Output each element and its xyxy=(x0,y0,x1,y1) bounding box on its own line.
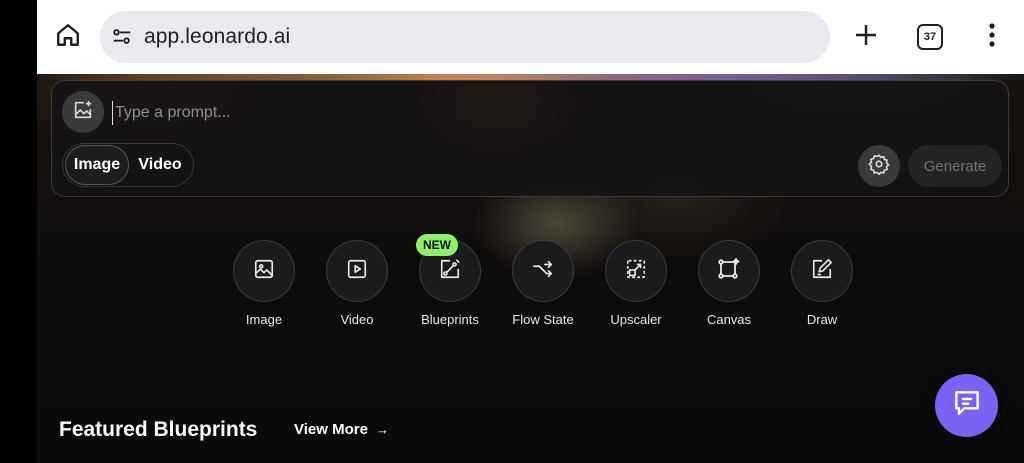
browser-menu-button[interactable] xyxy=(985,22,999,52)
view-more-label: View More xyxy=(294,421,368,438)
featured-blueprints-heading: Featured Blueprints xyxy=(59,418,258,441)
quick-action-label: Draw xyxy=(806,312,838,327)
quick-action-upscaler-button[interactable] xyxy=(605,240,667,302)
browser-toolbar: app.leonardo.ai 37 xyxy=(37,0,1024,74)
quick-action-label: Video xyxy=(340,312,374,327)
url-text: app.leonardo.ai xyxy=(144,25,291,48)
quick-action-label: Image xyxy=(245,312,283,327)
prompt-input[interactable] xyxy=(112,101,712,125)
quick-action-canvas[interactable]: Canvas xyxy=(684,240,774,330)
chat-button[interactable] xyxy=(935,374,998,437)
chat-icon xyxy=(951,387,983,424)
new-tab-button[interactable] xyxy=(851,22,881,52)
quick-action-image[interactable]: Image xyxy=(219,240,309,330)
canvas-icon xyxy=(717,257,741,286)
generate-button[interactable]: Generate xyxy=(908,145,1002,187)
quick-action-video-button[interactable] xyxy=(326,240,388,302)
home-button[interactable] xyxy=(53,22,83,52)
left-edge xyxy=(0,0,37,463)
settings-button[interactable] xyxy=(858,145,900,187)
quick-action-draw-button[interactable] xyxy=(791,240,853,302)
mode-video-button[interactable]: Video xyxy=(129,145,191,185)
plus-icon xyxy=(854,23,878,52)
view-more-link[interactable]: View More → xyxy=(294,421,389,438)
quick-action-canvas-button[interactable] xyxy=(698,240,760,302)
video-icon xyxy=(346,258,368,285)
mode-toggle: Image Video xyxy=(62,143,194,187)
quick-actions: Image Video Blueprints Flow State Upscal… xyxy=(219,234,859,330)
flow-state-icon xyxy=(531,258,555,285)
quick-action-flow-state-button[interactable] xyxy=(512,240,574,302)
gear-icon xyxy=(868,153,890,180)
quick-action-label: Upscaler xyxy=(610,312,662,327)
site-settings-icon[interactable] xyxy=(110,25,134,49)
quick-action-label: Flow State xyxy=(512,312,574,327)
mode-image-button[interactable]: Image xyxy=(65,145,129,185)
upload-image-button[interactable] xyxy=(62,91,104,133)
draw-icon xyxy=(811,258,833,285)
arrow-right-icon: → xyxy=(375,422,389,437)
tab-count: 37 xyxy=(923,31,937,43)
leonardo-page: Image Video Generate Image Vide xyxy=(37,74,1024,463)
quick-action-label: Blueprints xyxy=(421,312,479,327)
quick-action-draw[interactable]: Draw xyxy=(777,240,867,330)
prompt-box: Image Video Generate xyxy=(51,80,1009,197)
quick-action-upscaler[interactable]: Upscaler xyxy=(591,240,681,330)
add-image-icon xyxy=(72,99,94,126)
quick-action-flow-state[interactable]: Flow State xyxy=(498,240,588,330)
home-icon xyxy=(55,22,81,53)
image-icon xyxy=(253,258,275,285)
quick-action-video[interactable]: Video xyxy=(312,240,402,330)
upscaler-icon xyxy=(625,258,647,285)
address-bar[interactable]: app.leonardo.ai xyxy=(100,11,830,63)
quick-action-image-button[interactable] xyxy=(233,240,295,302)
tab-switcher-button[interactable]: 37 xyxy=(917,24,943,50)
quick-action-label: Canvas xyxy=(706,312,752,327)
more-vert-icon xyxy=(989,22,995,52)
new-badge: NEW xyxy=(416,234,458,256)
blueprints-icon xyxy=(439,258,461,285)
